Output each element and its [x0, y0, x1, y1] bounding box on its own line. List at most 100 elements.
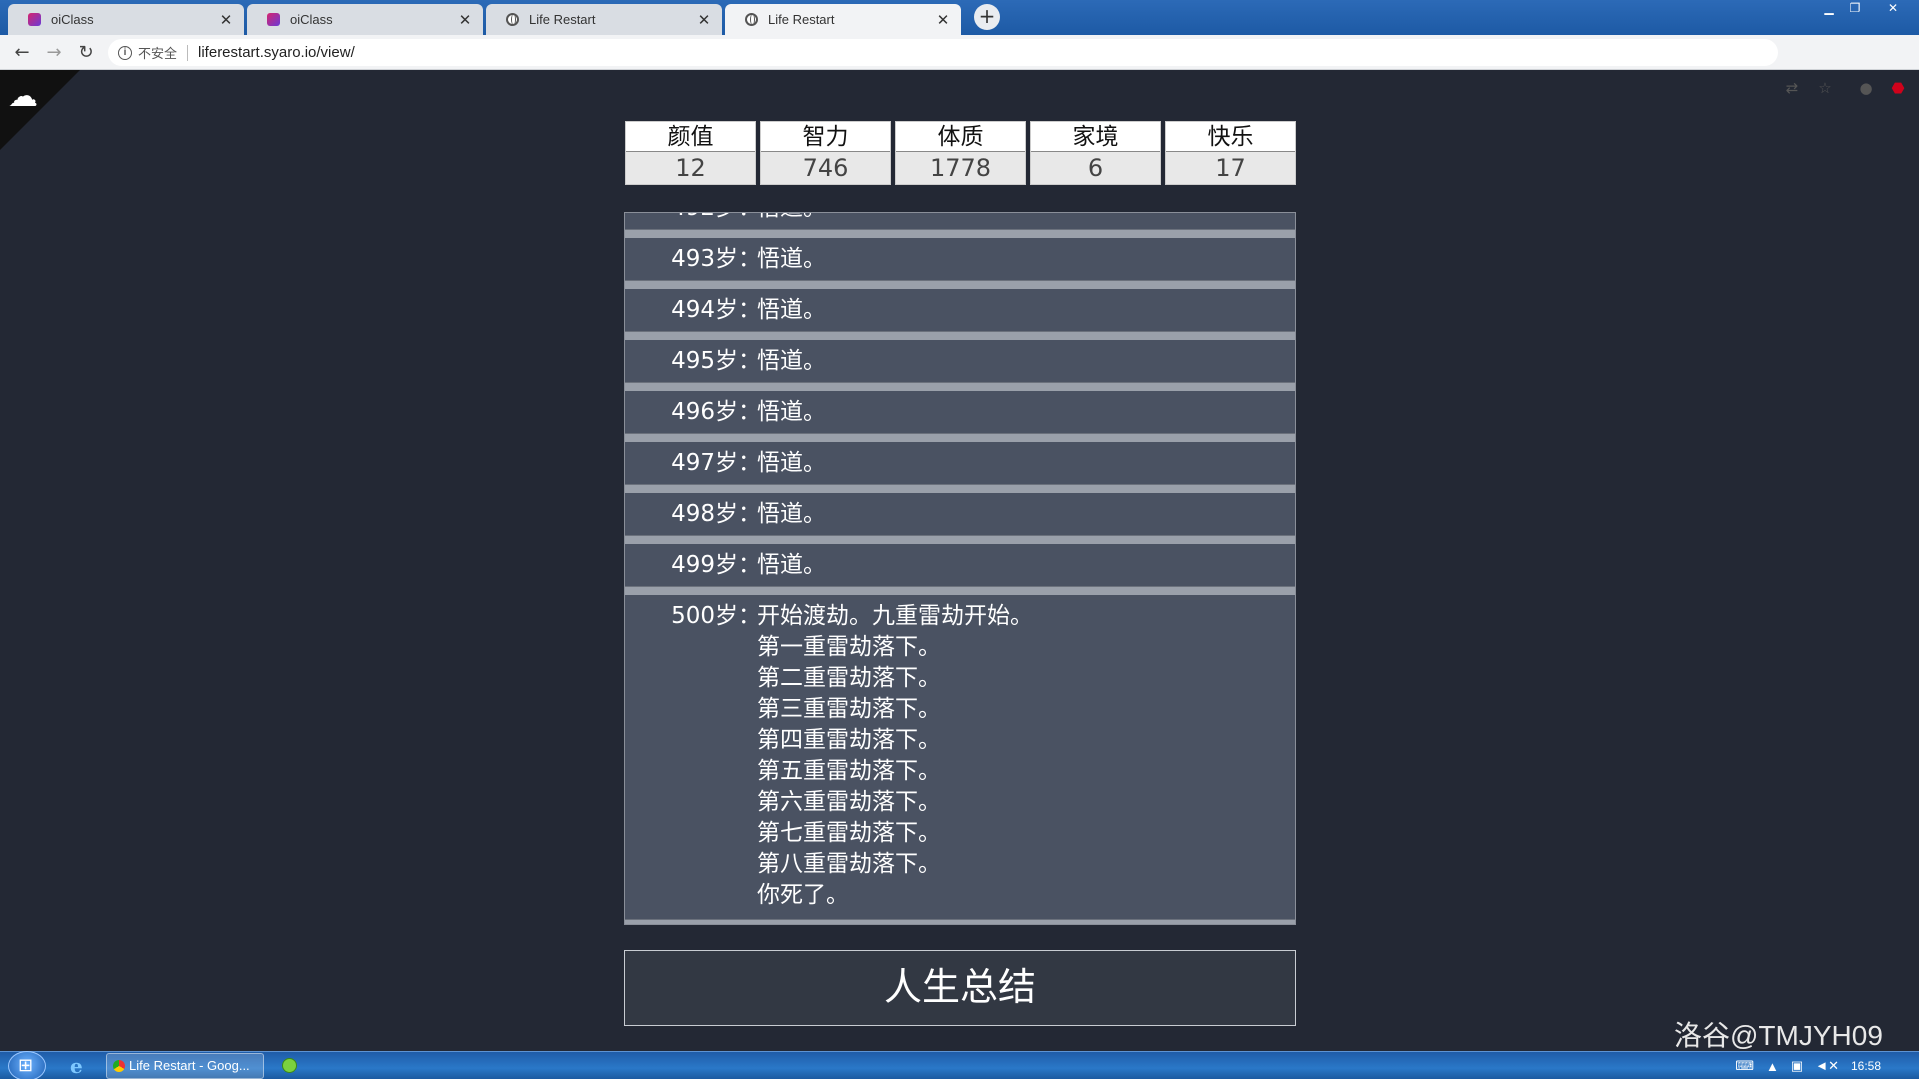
log-event: 悟道。 [757, 550, 1277, 581]
log-entry: 494岁： 悟道。 [625, 289, 1295, 340]
log-line: 第五重雷劫落下。 [757, 758, 941, 784]
reload-icon[interactable]: ↻ [70, 42, 102, 63]
taskbar-window-title: Life Restart - Goog... [129, 1058, 250, 1073]
log-event: 开始渡劫。九重雷劫开始。 第一重雷劫落下。 第二重雷劫落下。 第三重雷劫落下。 … [757, 601, 1277, 911]
log-event: 悟道。 [757, 397, 1277, 428]
log-line: 第六重雷劫落下。 [757, 789, 941, 815]
log-line: 第四重雷劫落下。 [757, 727, 941, 753]
extension-icon[interactable]: ⬣ [1888, 78, 1908, 98]
tab-oiclass-2[interactable]: oiClass ✕ [247, 4, 483, 35]
log-line: 第八重雷劫落下。 [757, 851, 941, 877]
stat-label: 快乐 [1166, 122, 1295, 152]
keyboard-icon[interactable]: ⌨ [1735, 1058, 1754, 1074]
log-entry: 493岁： 悟道。 [625, 238, 1295, 289]
tab-title: oiClass [51, 12, 94, 27]
tab-title: oiClass [290, 12, 333, 27]
restore-window-button[interactable]: ❐ [1842, 0, 1868, 18]
log-line: 悟道。 [757, 213, 1277, 224]
log-line: 第二重雷劫落下。 [757, 665, 941, 691]
log-line: 悟道。 [757, 552, 826, 578]
tab-close-icon[interactable]: ✕ [457, 11, 473, 29]
oiclass-favicon-icon [267, 13, 280, 26]
browser-toolbar: ← → ↻ i 不安全 liferestart.syaro.io/view/ ⇄… [0, 35, 1919, 97]
stat-label: 家境 [1031, 122, 1160, 152]
log-event: 悟道。 [757, 295, 1277, 326]
stat-intelligence: 智力 746 [760, 121, 891, 185]
stat-family: 家境 6 [1030, 121, 1161, 185]
log-event: 悟道。 [757, 499, 1277, 530]
volume-muted-icon[interactable]: ◄✕ [1815, 1058, 1839, 1074]
log-line: 你死了。 [757, 882, 849, 908]
stat-strength: 体质 1778 [895, 121, 1026, 185]
log-line: 开始渡劫。九重雷劫开始。 [757, 603, 1033, 629]
log-line: 第三重雷劫落下。 [757, 696, 941, 722]
forward-icon[interactable]: → [38, 42, 70, 63]
log-entry: 495岁： 悟道。 [625, 340, 1295, 391]
log-age: 493岁： [671, 246, 761, 272]
internet-explorer-icon[interactable]: e [70, 1054, 83, 1078]
tab-oiclass-1[interactable]: oiClass ✕ [8, 4, 244, 35]
tab-close-icon[interactable]: ✕ [696, 11, 712, 29]
cat-icon[interactable]: ☁ [8, 82, 38, 112]
log-entry: 496岁： 悟道。 [625, 391, 1295, 442]
tab-close-icon[interactable]: ✕ [935, 11, 951, 29]
log-age: 499岁： [671, 552, 761, 578]
divider [187, 44, 189, 61]
url-text[interactable]: liferestart.syaro.io/view/ [198, 44, 355, 61]
log-line: 第七重雷劫落下。 [757, 820, 941, 846]
stat-value: 17 [1166, 152, 1295, 184]
back-icon[interactable]: ← [6, 42, 38, 63]
stat-value: 746 [761, 152, 890, 184]
tray-expand-icon[interactable]: ▲ [1766, 1059, 1779, 1074]
taskbar-chrome-window[interactable]: Life Restart - Goog... [106, 1053, 264, 1079]
tab-title: Life Restart [768, 12, 835, 27]
stat-charm: 颜值 12 [625, 121, 756, 185]
start-button[interactable] [8, 1051, 46, 1079]
browser-tab-strip: oiClass ✕ oiClass ✕ Life Restart ✕ Life … [0, 0, 1919, 35]
log-event: 悟道。 [757, 213, 1277, 224]
log-line: 悟道。 [757, 501, 826, 527]
tab-life-restart-active[interactable]: Life Restart ✕ [725, 4, 961, 35]
profile-icon[interactable]: ● [1856, 78, 1876, 98]
tab-close-icon[interactable]: ✕ [218, 11, 234, 29]
stat-value: 1778 [896, 152, 1025, 184]
translate-icon[interactable]: ⇄ [1782, 78, 1802, 98]
info-icon[interactable]: i [118, 45, 132, 60]
address-bar[interactable]: i 不安全 liferestart.syaro.io/view/ [108, 39, 1778, 66]
life-event-log[interactable]: 492岁： 悟道。 493岁： 悟道。 494岁： 悟道。 495岁： 悟道。 … [624, 212, 1296, 925]
chrome-icon [113, 1060, 125, 1072]
log-age: 496岁： [671, 399, 761, 425]
log-age: 497岁： [671, 450, 761, 476]
stat-happiness: 快乐 17 [1165, 121, 1296, 185]
security-label: 不安全 [138, 46, 178, 61]
log-line: 悟道。 [757, 450, 826, 476]
log-entry: 497岁： 悟道。 [625, 442, 1295, 493]
log-age: 492岁： [665, 213, 761, 224]
life-summary-button[interactable]: 人生总结 [624, 950, 1296, 1026]
tab-life-restart-1[interactable]: Life Restart ✕ [486, 4, 722, 35]
log-entry: 499岁： 悟道。 [625, 544, 1295, 595]
system-tray: ⌨ ▲ ▣ ◄✕ 16:58 [1735, 1052, 1919, 1079]
log-age: 494岁： [671, 297, 761, 323]
log-event: 悟道。 [757, 448, 1277, 479]
windows-taskbar: e Life Restart - Goog... ⌨ ▲ ▣ ◄✕ 16:58 [0, 1051, 1919, 1079]
attribute-panel: 颜值 12 智力 746 体质 1778 家境 6 快乐 17 [625, 121, 1296, 185]
bookmark-star-icon[interactable]: ☆ [1815, 78, 1835, 98]
log-age: 500岁： [671, 603, 761, 629]
log-line: 第一重雷劫落下。 [757, 634, 941, 660]
log-entry: 498岁： 悟道。 [625, 493, 1295, 544]
log-age: 498岁： [671, 501, 761, 527]
log-line: 悟道。 [757, 399, 826, 425]
close-window-button[interactable]: ✕ [1880, 0, 1906, 18]
taskbar-app-icon[interactable] [282, 1058, 297, 1073]
network-icon[interactable]: ▣ [1791, 1058, 1803, 1074]
clock[interactable]: 16:58 [1851, 1059, 1881, 1073]
globe-icon [745, 13, 758, 26]
log-entry: 492岁： 悟道。 [625, 213, 1295, 238]
stat-label: 颜值 [626, 122, 755, 152]
minimize-window-button[interactable]: ▁ [1816, 0, 1842, 18]
oiclass-favicon-icon [28, 13, 41, 26]
new-tab-button[interactable]: + [974, 4, 1000, 30]
tab-title: Life Restart [529, 12, 596, 27]
log-entry-final: 500岁： 开始渡劫。九重雷劫开始。 第一重雷劫落下。 第二重雷劫落下。 第三重… [625, 595, 1295, 924]
